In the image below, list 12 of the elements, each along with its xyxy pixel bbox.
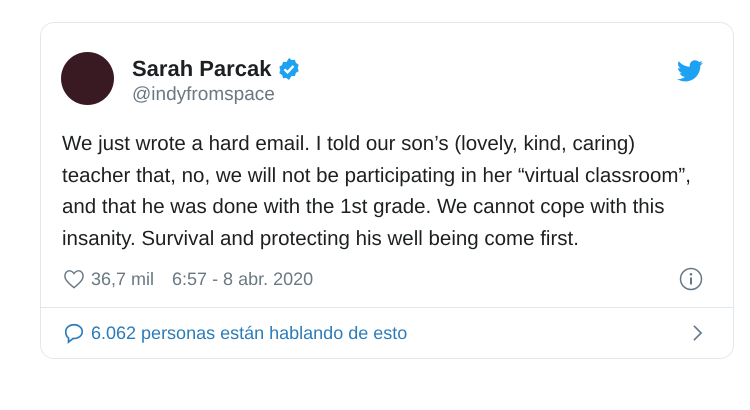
bird-logo-icon[interactable]: [677, 60, 703, 82]
tweet-text: We just wrote a hard email. I told our son’s (lovely, kind, caring) teacher that, no, we will not be participating in her “virtual classroom”, and that he was done with the 1st grade. We cannot cope with this insanity. Survival and protecting his well being come first.: [62, 131, 692, 252]
info-icon[interactable]: [679, 267, 703, 291]
tweet-timestamp[interactable]: 6:57 - 8 abr. 2020: [172, 268, 679, 290]
speech-bubble-icon[interactable]: [63, 322, 85, 344]
author-handle[interactable]: @indyfromspace: [132, 82, 677, 108]
author-name[interactable]: Sarah Parcak: [132, 56, 272, 82]
like-count[interactable]: 36,7 mil: [91, 268, 154, 290]
conversation-link[interactable]: 6.062 personas están hablando de esto: [91, 322, 692, 344]
avatar-photo-placeholder[interactable]: [61, 52, 114, 105]
heart-icon[interactable]: [63, 269, 85, 289]
chevron-right-icon[interactable]: [692, 324, 703, 342]
